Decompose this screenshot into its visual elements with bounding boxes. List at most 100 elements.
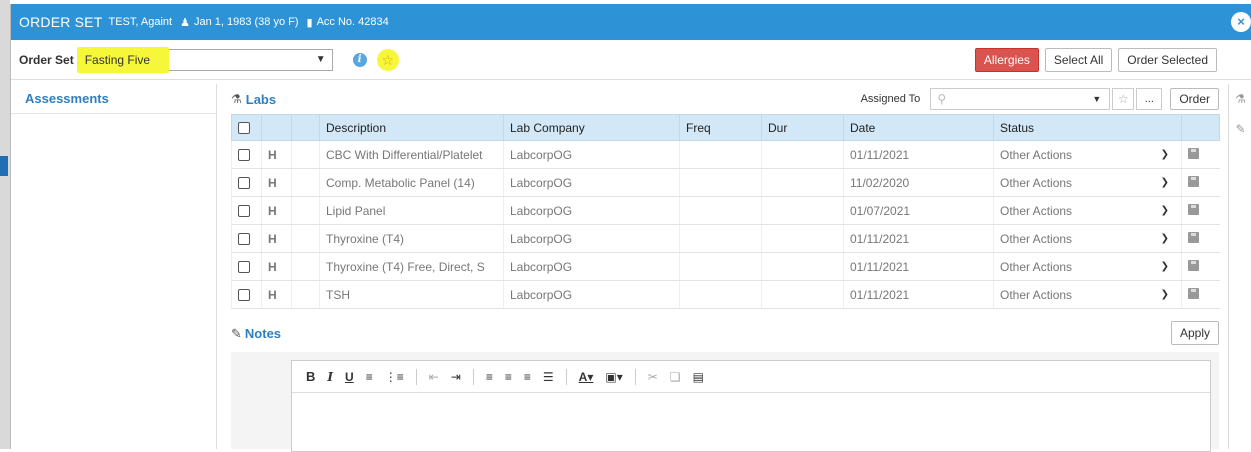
status-select[interactable]: Other Actions ❯ [993,168,1182,197]
paste-icon[interactable]: ▤ [693,370,704,384]
col-dur[interactable]: Dur [761,114,844,141]
background-color-icon[interactable]: ▣▾ [605,370,622,384]
allergies-button[interactable]: Allergies [974,48,1039,72]
flask-icon[interactable]: ⚗ [1229,84,1251,114]
save-icon[interactable] [1188,147,1199,159]
row-checkbox[interactable] [238,233,250,246]
lab-freq[interactable] [679,280,762,309]
save-icon[interactable] [1188,203,1199,215]
lab-date[interactable]: 11/02/2020 [843,168,994,197]
close-icon[interactable]: × [1231,12,1251,32]
lab-date[interactable]: 01/11/2021 [843,224,994,253]
notes-editor[interactable]: B I U ≡ ⋮≡ ⇤ ⇥ ≡ ≡ ≡ ☰ A▾ ▣▾ ✂ ❏ ▤ [291,360,1211,452]
font-color-icon[interactable]: A▾ [579,370,594,384]
status-select[interactable]: Other Actions ❯ [993,280,1182,309]
save-icon[interactable] [1188,175,1199,187]
select-all-cell [231,114,262,141]
cut-icon[interactable]: ✂ [648,370,658,384]
separator [634,368,636,385]
copy-icon[interactable]: ❏ [670,370,681,384]
col-lab-company[interactable]: Lab Company [503,114,680,141]
lab-company: LabcorpOG [503,168,680,197]
lab-freq[interactable] [679,168,762,197]
lab-dur[interactable] [761,196,844,225]
indent-icon[interactable]: ⇥ [451,370,461,384]
align-right-icon[interactable]: ≡ [524,370,531,384]
status-select[interactable]: Other Actions ❯ [993,224,1182,253]
ordered-list-icon[interactable]: ≡ [366,370,373,384]
select-all-button[interactable]: Select All [1044,48,1113,72]
h-marker: H [261,196,292,225]
assigned-to-input[interactable]: ⚲ ▼ [930,88,1111,110]
lab-date[interactable]: 01/07/2021 [843,196,994,225]
order-button[interactable]: Order [1170,88,1219,110]
lab-dur[interactable] [761,280,844,309]
table-row: H Comp. Metabolic Panel (14) LabcorpOG 1… [231,168,1220,197]
more-options-button[interactable]: ... [1136,88,1163,110]
row-select-cell [231,224,262,253]
chevron-down-icon: ❯ [1160,177,1169,188]
info-icon[interactable]: i [352,52,367,67]
lab-description: Lipid Panel [319,196,504,225]
lab-date[interactable]: 01/11/2021 [843,252,994,281]
save-icon[interactable] [1188,231,1199,243]
align-left-icon[interactable]: ≡ [486,370,493,384]
lab-date[interactable]: 01/11/2021 [843,140,994,169]
order-set-dialog: ORDER SET TEST, Againt ♟ Jan 1, 1983 (38… [10,4,1251,452]
h-header [261,114,292,141]
h-marker: H [261,140,292,169]
lab-description: Comp. Metabolic Panel (14) [319,168,504,197]
chevron-down-icon: ❯ [1160,233,1169,244]
star-icon[interactable]: ☆ [376,48,399,71]
notes-editor-area: B I U ≡ ⋮≡ ⇤ ⇥ ≡ ≡ ≡ ☰ A▾ ▣▾ ✂ ❏ ▤ [231,352,1219,452]
lab-freq[interactable] [679,224,762,253]
save-icon[interactable] [1188,259,1199,271]
status-select[interactable]: Other Actions ❯ [993,252,1182,281]
outdent-icon[interactable]: ⇤ [429,370,439,384]
save-icon[interactable] [1188,287,1199,299]
row-select-cell [231,140,262,169]
table-row: H Lipid Panel LabcorpOG 01/07/2021 Other… [231,196,1220,225]
row-checkbox[interactable] [238,261,250,274]
row-checkbox[interactable] [238,149,250,162]
col-status[interactable]: Status [993,114,1182,141]
row-checkbox[interactable] [238,289,250,302]
sidebar-item-assessments[interactable]: Assessments [11,84,216,114]
lab-dur[interactable] [761,168,844,197]
status-value: Other Actions [1000,203,1073,218]
col-freq[interactable]: Freq [679,114,762,141]
lab-dur[interactable] [761,252,844,281]
status-select[interactable]: Other Actions ❯ [993,140,1182,169]
bullet-list-icon[interactable]: ⋮≡ [385,370,404,384]
col-date[interactable]: Date [843,114,994,141]
edit-icon[interactable]: ✎ [1229,114,1251,144]
apply-button[interactable]: Apply [1170,321,1219,345]
chevron-down-icon: ❯ [1160,205,1169,216]
status-select[interactable]: Other Actions ❯ [993,196,1182,225]
lab-date[interactable]: 01/11/2021 [843,280,994,309]
underline-icon[interactable]: U [345,370,354,384]
order-selected-button[interactable]: Order Selected [1118,48,1217,72]
justify-icon[interactable]: ☰ [543,370,554,384]
dialog-title: ORDER SET [19,14,103,30]
italic-icon[interactable]: I [327,370,333,384]
bold-icon[interactable]: B [306,369,315,384]
lab-description: TSH [319,280,504,309]
id-card-icon: ▮ [306,16,313,29]
lab-freq[interactable] [679,252,762,281]
align-center-icon[interactable]: ≡ [505,370,512,384]
lab-dur[interactable] [761,224,844,253]
status-value: Other Actions [1000,287,1073,302]
row-checkbox[interactable] [238,205,250,218]
blank-cell [291,252,320,281]
lab-dur[interactable] [761,140,844,169]
lab-freq[interactable] [679,140,762,169]
row-checkbox[interactable] [238,177,250,190]
status-value: Other Actions [1000,231,1073,246]
select-all-checkbox[interactable] [238,122,250,135]
order-set-select[interactable]: Fasting Five ▼ [76,46,333,73]
save-cell [1181,196,1220,225]
lab-freq[interactable] [679,196,762,225]
col-description[interactable]: Description [319,114,504,141]
favorite-star-icon[interactable]: ☆ [1112,88,1135,110]
